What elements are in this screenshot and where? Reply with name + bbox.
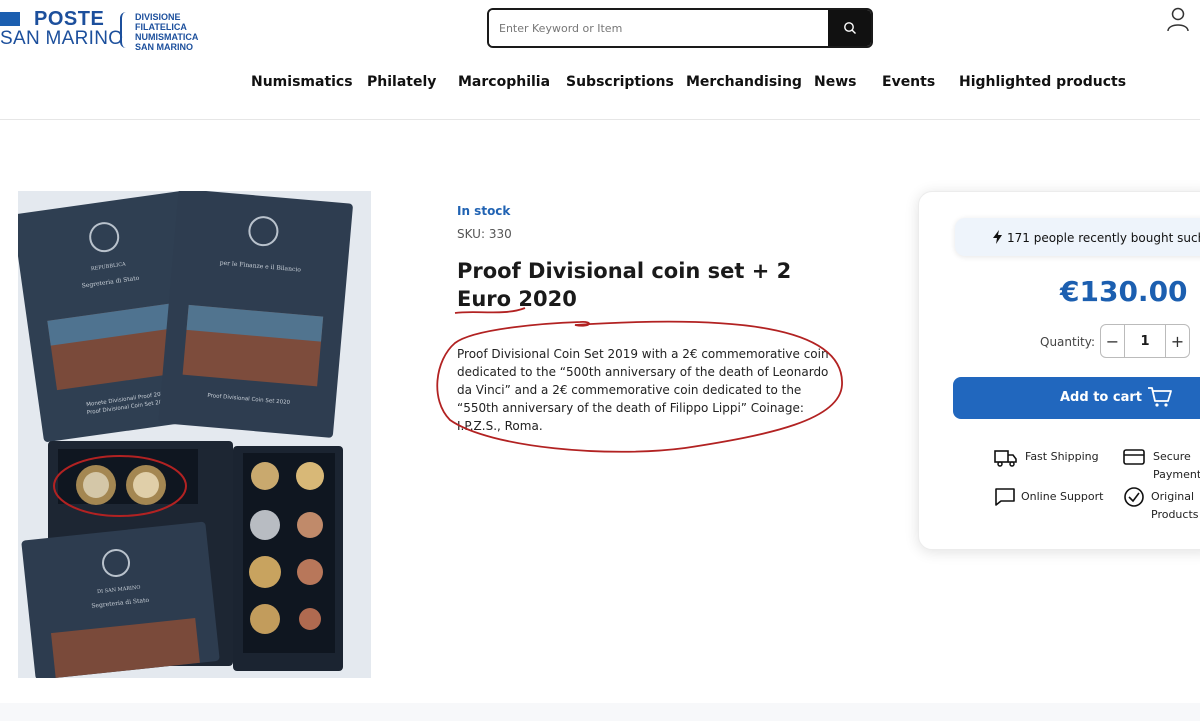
feature-secure-payments: Secure Payments [1153, 450, 1200, 481]
nav-item-events[interactable]: Events [882, 74, 935, 90]
social-proof-banner: 171 people recently bought such p [955, 218, 1200, 256]
nav-item-news[interactable]: News [814, 74, 856, 90]
add-to-cart-label: Add to cart [1060, 390, 1142, 405]
check-circle-icon [1124, 487, 1144, 507]
product-photo: REPUBBLICA Segreteria di Stato Monete Di… [18, 191, 371, 678]
nav-item-philately[interactable]: Philately [367, 74, 436, 90]
credit-card-icon [1123, 449, 1145, 465]
cart-icon [1148, 387, 1172, 407]
quantity-input[interactable]: 1 [1125, 325, 1165, 357]
division-line: SAN MARINO [135, 42, 193, 52]
quantity-decrease-button[interactable]: − [1101, 325, 1125, 357]
quantity-stepper: − 1 + [1100, 324, 1190, 358]
nav-item-marcophilia[interactable]: Marcophilia [458, 74, 550, 90]
site-logo[interactable]: POSTE SAN MARINO DIVISIONE FILATELICA NU… [0, 8, 220, 52]
feature-fast-shipping: Fast Shipping [1025, 450, 1099, 463]
logo-mark [0, 12, 20, 26]
search-icon [843, 22, 856, 34]
logo-san-marino-text: SAN MARINO [0, 28, 124, 49]
search-bar [487, 8, 873, 48]
user-icon [1167, 7, 1189, 32]
nav-item-numismatics[interactable]: Numismatics [251, 74, 353, 90]
sku: SKU: 330 [457, 227, 512, 241]
feature-online-support: Online Support [1021, 490, 1104, 503]
main-nav: Numismatics Philately Marcophilia Subscr… [0, 74, 1200, 94]
search-button[interactable] [828, 10, 871, 46]
division-line: DIVISIONE [135, 12, 181, 22]
lightning-icon [993, 230, 1002, 244]
sku-label: SKU: [457, 227, 485, 241]
add-to-cart-button[interactable]: Add to cart [953, 377, 1200, 419]
product-price: €130.00 [1060, 275, 1188, 308]
nav-item-subscriptions[interactable]: Subscriptions [566, 74, 674, 90]
feature-original-products: Original Products [1151, 490, 1199, 521]
truck-icon [994, 450, 1017, 467]
product-image[interactable]: REPUBBLICA Segreteria di Stato Monete Di… [18, 191, 371, 678]
sku-value: 330 [488, 227, 512, 241]
account-button[interactable] [1166, 6, 1190, 32]
search-input[interactable] [489, 10, 829, 46]
logo-brace [120, 12, 128, 48]
division-line: FILATELICA [135, 22, 187, 32]
chat-icon [995, 488, 1015, 506]
header-divider [0, 119, 1200, 120]
nav-item-merchandising[interactable]: Merchandising [686, 74, 802, 90]
product-description: Proof Divisional Coin Set 2019 with a 2€… [457, 347, 829, 433]
quantity-increase-button[interactable]: + [1165, 325, 1189, 357]
division-line: NUMISMATICA [135, 32, 199, 42]
page-bottom-strip [0, 703, 1200, 721]
quantity-label: Quantity: [1040, 335, 1096, 349]
stock-status: In stock [457, 204, 511, 218]
product-title: Proof Divisional coin set + 2 Euro 2020 [457, 259, 792, 311]
nav-item-highlighted-products[interactable]: Highlighted products [959, 74, 1126, 90]
promo-text: 171 people recently bought such p [1007, 231, 1200, 245]
division-logo: DIVISIONE FILATELICA NUMISMATICA SAN MAR… [120, 12, 230, 52]
